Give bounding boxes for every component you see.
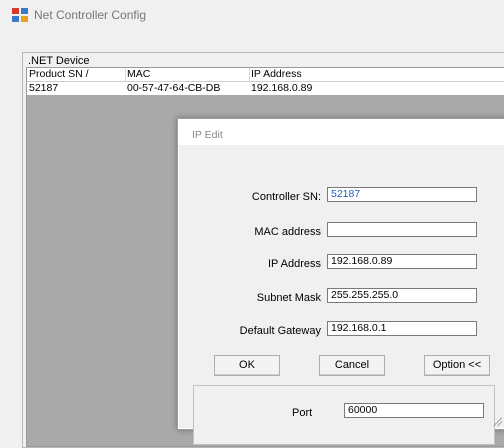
- controller-sn-label: Controller SN:: [251, 191, 321, 203]
- group-title: .NET Device: [28, 55, 90, 67]
- cell-mac: 00-57-47-64-CB-DB: [127, 82, 221, 94]
- column-header-ip-address[interactable]: IP Address: [249, 68, 504, 81]
- cell-product-sn: 52187: [29, 82, 59, 94]
- mac-address-field[interactable]: [327, 222, 477, 237]
- column-header-mac[interactable]: MAC: [125, 68, 250, 81]
- app-network-icon: [12, 8, 28, 22]
- default-gateway-label: Default Gateway: [239, 325, 321, 337]
- column-header-product-sn[interactable]: Product SN /: [27, 68, 126, 81]
- option-button[interactable]: Option <<: [424, 355, 490, 376]
- controller-sn-field[interactable]: 52187: [327, 187, 477, 202]
- cell-ip-address: 192.168.0.89: [251, 82, 313, 94]
- list-header: Product SN / MAC IP Address: [27, 68, 504, 82]
- ip-address-field[interactable]: 192.168.0.89: [327, 254, 477, 269]
- dialog-title: IP Edit: [192, 129, 223, 141]
- default-gateway-field[interactable]: 192.168.0.1: [327, 321, 477, 336]
- window-titlebar: Net Controller Config: [0, 0, 504, 30]
- subnet-mask-label: Subnet Mask: [256, 292, 321, 304]
- mac-address-label: MAC address: [254, 226, 321, 238]
- subnet-mask-field[interactable]: 255.255.255.0: [327, 288, 477, 303]
- port-group: Port 60000: [193, 385, 495, 445]
- device-row[interactable]: 52187 00-57-47-64-CB-DB 192.168.0.89: [27, 82, 504, 95]
- ip-edit-dialog: IP Edit Controller SN: 52187 MAC address…: [177, 118, 504, 445]
- ip-address-label: IP Address: [268, 258, 321, 270]
- port-label: Port: [292, 407, 313, 419]
- window-title: Net Controller Config: [34, 8, 147, 22]
- ok-button[interactable]: OK: [214, 355, 280, 376]
- dialog-body: Controller SN: 52187 MAC address IP Addr…: [179, 145, 504, 445]
- cancel-button[interactable]: Cancel: [319, 355, 385, 376]
- port-field[interactable]: 60000: [344, 403, 484, 418]
- resize-grip-icon[interactable]: [492, 416, 502, 426]
